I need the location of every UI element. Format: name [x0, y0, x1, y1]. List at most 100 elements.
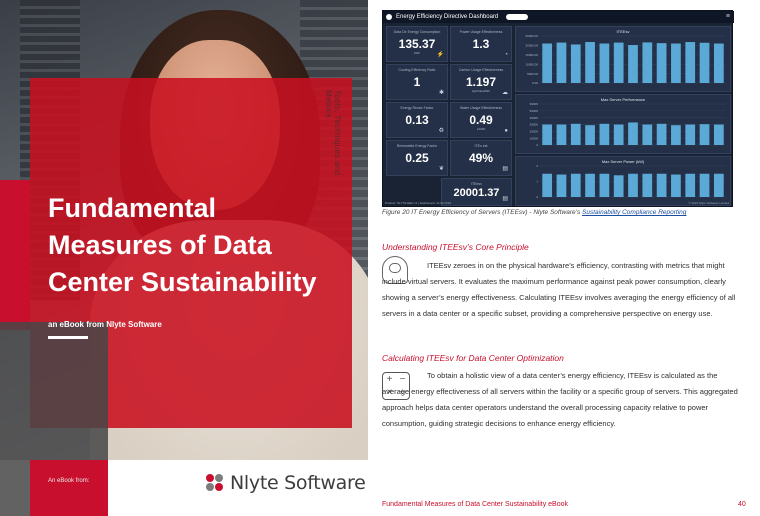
y-tick-label: 25000.00	[525, 34, 538, 38]
server-icon: ▤	[502, 166, 508, 172]
chart-bar	[585, 173, 595, 197]
kpi-tile: Energy Reuse Factor 0.13 ♻	[386, 102, 448, 138]
chart-bar	[656, 43, 667, 83]
y-tick-label: 5000.00	[527, 72, 538, 76]
y-tick-label: 0	[536, 143, 538, 147]
footer-title: Fundamental Measures of Data Center Sust…	[382, 501, 568, 508]
max-power-bar-chart: 2 1 0	[536, 164, 726, 199]
chart-bar	[685, 173, 696, 197]
chart-bar	[671, 125, 681, 145]
kpi-tile: ITEu est 49% ▤	[450, 140, 512, 176]
chart-bar	[642, 124, 653, 145]
nlyte-logo-icon	[206, 474, 224, 492]
kpi-tile: Cooling Efficiency Ratio 1 ✱	[386, 64, 448, 100]
gauge-icon: ◔	[504, 52, 508, 58]
kpi-tile-itees: ITEesv 20001.37 ▤	[441, 178, 512, 206]
itees-bar-chart: 25000.00 20000.00 15000.00 10000.00 5000.00 0…	[525, 34, 726, 85]
chart-bar	[628, 122, 638, 145]
kpi-value: 0.25	[405, 151, 429, 165]
cover-subtitle: an eBook from Nlyte Software	[48, 320, 162, 329]
y-tick-label: 0.00	[532, 81, 538, 85]
dashboard-header: Energy Efficiency Directive Dashboard ≡	[383, 11, 734, 23]
chart-bar	[570, 44, 581, 83]
dashboard-title: Energy Efficiency Directive Dashboard	[396, 14, 499, 20]
kpi-label: Data Ctr Energy Consumption	[393, 30, 441, 34]
ebook-cover: Tools, Techniques and Metrics Fundamenta…	[0, 0, 368, 516]
kpi-label: Renewable Energy Factor	[396, 144, 438, 148]
kpi-tile: Data Ctr Energy Consumption 135.37 kWh ⚡	[386, 26, 448, 62]
chart-bar	[570, 123, 581, 145]
section-body-text: ITEEsv zeroes in on the physical hardwar…	[382, 261, 736, 318]
chart-bar	[570, 173, 581, 197]
chart-bar	[671, 43, 681, 83]
caption-link[interactable]: Sustainability Compliance Reporting	[582, 209, 686, 216]
kpi-label: ITEesv	[471, 182, 482, 186]
chart-bar	[585, 42, 595, 83]
chart-bar	[699, 173, 710, 197]
section-paragraph: ITEEsv zeroes in on the physical hardwar…	[382, 258, 742, 322]
chart-bar	[628, 45, 638, 83]
dashboard-footer-left: Product: NLYTE EED v1 | Dashboard: 11.02…	[385, 201, 452, 205]
chart-bar	[556, 42, 567, 83]
y-tick-label: 2	[536, 164, 538, 168]
page-number: 40	[738, 501, 746, 508]
cover-red-strip	[0, 180, 30, 330]
chart-bar	[556, 174, 567, 197]
chart-bar	[713, 43, 724, 83]
y-tick-label: 60000	[530, 102, 539, 106]
y-tick-label: 30000	[530, 123, 539, 127]
chart-bar	[699, 42, 710, 83]
kpi-label: Carbon Usage Effectiveness	[458, 68, 504, 72]
chart-bar	[685, 42, 696, 83]
kpi-value: 0.49	[469, 113, 493, 127]
content-page: Energy Efficiency Directive Dashboard ≡ …	[368, 0, 760, 516]
y-tick-label: 1	[536, 180, 538, 184]
cloud-icon: ☁	[502, 90, 508, 96]
y-tick-label: 10000	[530, 136, 539, 140]
caption-text: Figure 20 IT Energy Efficiency of Server…	[382, 209, 582, 216]
chart-bar	[599, 43, 610, 83]
kpi-label: Power Usage Effectiveness	[459, 30, 503, 34]
chart-bar	[613, 42, 624, 83]
cover-title: Fundamental Measures of Data Center Sust…	[48, 193, 317, 297]
chart-bar	[656, 123, 667, 145]
y-tick-label: 10000.00	[525, 62, 538, 66]
snowflake-icon: ✱	[438, 90, 444, 96]
y-tick-label: 40000	[530, 116, 539, 120]
chart-bar	[542, 124, 553, 145]
section-heading: Understanding ITEEsv’s Core Principle	[382, 242, 529, 252]
chart-bar	[542, 43, 553, 83]
chart-panel-max-power: Max Server Power (kW) 210	[515, 156, 731, 206]
nlyte-logo: Nlyte Software	[206, 472, 366, 494]
kpi-label: ITEu est	[474, 144, 488, 148]
cover-red-bottom	[30, 460, 108, 516]
y-tick-label: 15000.00	[525, 53, 538, 57]
lightning-icon: ⚡	[436, 52, 444, 58]
kpi-value: 1.3	[472, 37, 490, 51]
kpi-value: 20001.37	[453, 187, 500, 199]
cover-divider	[48, 336, 88, 339]
chart-bar	[628, 173, 638, 197]
recycle-icon: ♻	[438, 128, 444, 134]
chart-bar	[599, 123, 610, 145]
kpi-tile: Carbon Usage Effectiveness 1.197 kgCO2e/…	[450, 64, 512, 100]
chart-panel-max-performance: Max Server Performance 60000 50000 40000 30…	[515, 94, 731, 154]
chart-bar	[613, 175, 624, 197]
chart-bar	[599, 173, 610, 197]
kpi-value: 0.13	[405, 113, 429, 127]
cover-vertical-tag: Tools, Techniques and Metrics	[324, 90, 342, 176]
figure-caption: Figure 20 IT Energy Efficiency of Server…	[382, 209, 686, 216]
kpi-tile: Renewable Energy Factor 0.25 ❦	[386, 140, 448, 176]
dashboard-screenshot: Energy Efficiency Directive Dashboard ≡ …	[382, 10, 734, 207]
kpi-value: 1	[413, 75, 421, 89]
chart-bar	[542, 173, 553, 197]
ebook-from-label: An eBook from:	[48, 478, 90, 484]
kpi-label: Water Usage Effectiveness	[459, 106, 503, 110]
water-drop-icon: ●	[504, 128, 508, 134]
chart-bar	[642, 42, 653, 83]
chart-bar	[713, 173, 724, 197]
kpi-value: 49%	[468, 151, 494, 165]
chart-bar	[642, 173, 653, 197]
kpi-value: 1.197	[465, 75, 497, 89]
y-tick-label: 0	[536, 195, 538, 199]
